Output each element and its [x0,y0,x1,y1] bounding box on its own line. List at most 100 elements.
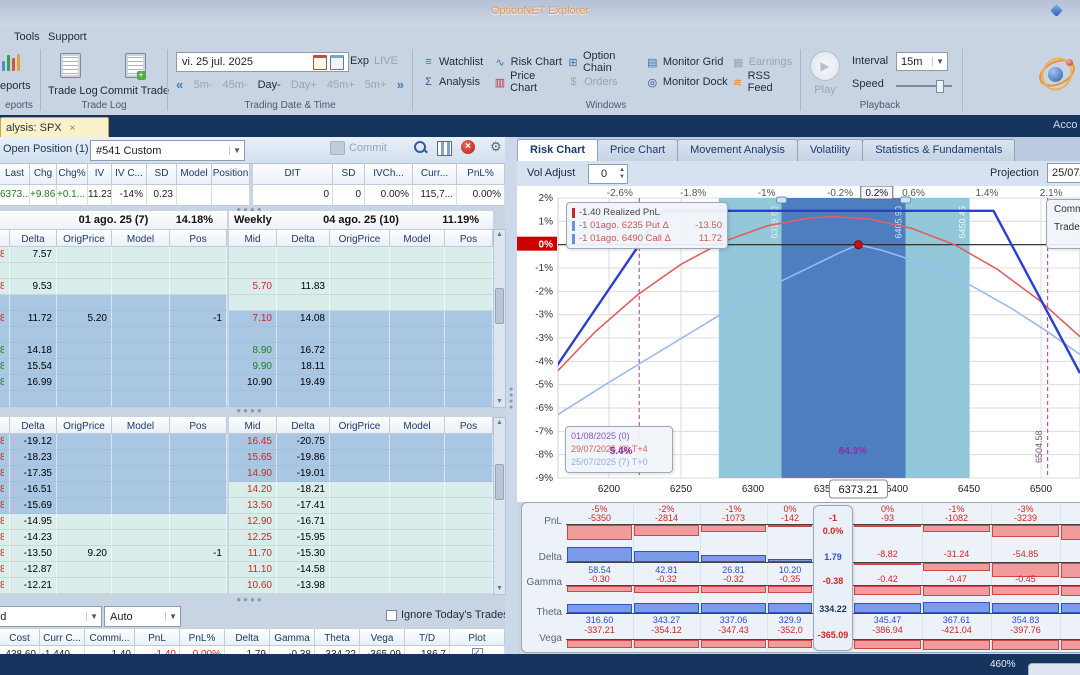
strike-cell[interactable] [330,391,390,407]
strike-cell[interactable]: 9.53 [10,279,57,295]
strike-cell[interactable] [445,434,493,450]
commissions-toggle[interactable]: Comm [1054,204,1080,215]
columns-icon[interactable] [437,141,452,156]
summary-header-Vega[interactable]: Vega [360,629,405,646]
strike-cell[interactable] [10,295,57,311]
nav-45m-[interactable]: 45m- [223,79,248,91]
strike-cell[interactable] [112,327,170,343]
stats-header[interactable]: IV [88,164,112,185]
strike-cell[interactable] [170,279,227,295]
spinner-arrows-icon[interactable]: ▲ ▼ [619,167,627,181]
strike-cell[interactable] [445,263,493,279]
strike-cell[interactable] [330,466,390,482]
strike-cell[interactable] [390,359,445,375]
strike-cell[interactable] [390,434,445,450]
strike-cell[interactable] [330,247,390,263]
strike-cell[interactable]: 9.90 [229,359,277,375]
strike-cell[interactable]: 9.20 [57,546,112,562]
vertical-splitter[interactable]: ● ● ● ● [505,137,517,675]
strike-cell[interactable] [0,295,10,311]
stats-header[interactable]: IVCh... [365,164,413,185]
strike-cell[interactable] [112,434,170,450]
strike-cell[interactable]: 7.57 [10,247,57,263]
strike-cell[interactable] [57,482,112,498]
summary-header-Cost[interactable]: Cost [0,629,40,646]
strike-cell[interactable] [57,466,112,482]
band-handle-icon[interactable] [776,196,788,204]
strike-cell[interactable] [170,343,227,359]
strike-cell[interactable] [112,295,170,311]
strike-cell[interactable] [112,311,170,327]
strike-cell[interactable]: 14.20 [229,482,277,498]
strike-row[interactable]: 9.90 18.11 [229,359,493,375]
close-icon[interactable]: × [70,123,76,134]
strike-cell[interactable] [112,466,170,482]
strike-cell[interactable] [277,295,330,311]
strike-cell[interactable] [57,434,112,450]
strike-cell[interactable] [390,263,445,279]
strike-cell[interactable] [170,375,227,391]
nav-Day-[interactable]: Day- [258,79,281,91]
strike-cell[interactable]: 5.70 [229,279,277,295]
strike-cell[interactable]: 14.90 [229,466,277,482]
strike-cell[interactable] [170,327,227,343]
strike-cell[interactable] [330,482,390,498]
ribbon-analysis[interactable]: Σ Analysis [420,72,492,92]
strike-cell[interactable]: 12.25 [229,530,277,546]
strike-cell[interactable]: 10.60 [229,578,277,594]
strike-cell[interactable] [277,247,330,263]
step-back-icon[interactable]: « [176,77,183,92]
strike-cell[interactable] [277,327,330,343]
strike-cell[interactable]: -14.95 [10,514,57,530]
strike-cell[interactable] [330,295,390,311]
column-header-Delta[interactable]: Delta [10,417,57,434]
strike-cell[interactable]: -16.71 [277,514,330,530]
strike-cell[interactable]: 11.70 [229,546,277,562]
column-header-OrigPrice[interactable]: OrigPrice [57,230,112,247]
strike-cell[interactable] [57,359,112,375]
stats-header[interactable]: PnL% [457,164,505,185]
splitter-handle[interactable]: ●●●● [140,406,360,415]
std-dev-band-dark[interactable] [781,198,906,478]
strike-cell[interactable]: -19.86 [277,450,330,466]
strike-cell[interactable] [170,466,227,482]
strike-cell[interactable]: -12.21 [10,578,57,594]
summary-header-Gamma[interactable]: Gamma [270,629,315,646]
strike-cell[interactable] [112,514,170,530]
position-mode-select[interactable]: ned▼ [0,606,102,627]
strike-cell[interactable]: -15.95 [277,530,330,546]
trade-toggle[interactable]: Trade [1054,222,1080,233]
commit-trade-button[interactable]: + Commit Trade [100,53,169,97]
strike-cell[interactable] [112,263,170,279]
strike-cell[interactable]: 15.54 [10,359,57,375]
column-header-Model[interactable]: Model [112,417,170,434]
strike-cell[interactable] [445,375,493,391]
strike-row[interactable]: 8 -15.69 [0,498,227,514]
strike-cell[interactable]: -17.41 [277,498,330,514]
strike-cell[interactable]: 15.65 [229,450,277,466]
strike-cell[interactable] [170,514,227,530]
strike-row[interactable]: 12.90 -16.71 [229,514,493,530]
strike-cell[interactable] [170,434,227,450]
column-header-Delta[interactable]: Delta [277,230,330,247]
summary-header-Plot[interactable]: Plot [450,629,505,646]
strike-row[interactable] [0,295,227,311]
strike-cell[interactable] [112,391,170,407]
commit-button[interactable]: Commit [330,141,387,155]
strike-cell[interactable] [57,450,112,466]
summary-header-PnL%[interactable]: PnL% [180,629,225,646]
strike-row[interactable] [0,327,227,343]
strike-cell[interactable] [57,375,112,391]
strike-cell[interactable] [390,578,445,594]
strike-cell[interactable]: 8.90 [229,343,277,359]
strike-row[interactable]: 10.60 -13.98 [229,578,493,594]
strike-cell[interactable] [445,359,493,375]
strike-cell[interactable] [57,578,112,594]
tab-volatility[interactable]: Volatility [796,139,864,161]
strike-cell[interactable] [390,247,445,263]
summary-header-Curr C...[interactable]: Curr C... [40,629,85,646]
strike-cell[interactable]: -17.35 [10,466,57,482]
strike-cell[interactable] [445,247,493,263]
strike-cell[interactable] [57,263,112,279]
strike-cell[interactable] [445,295,493,311]
